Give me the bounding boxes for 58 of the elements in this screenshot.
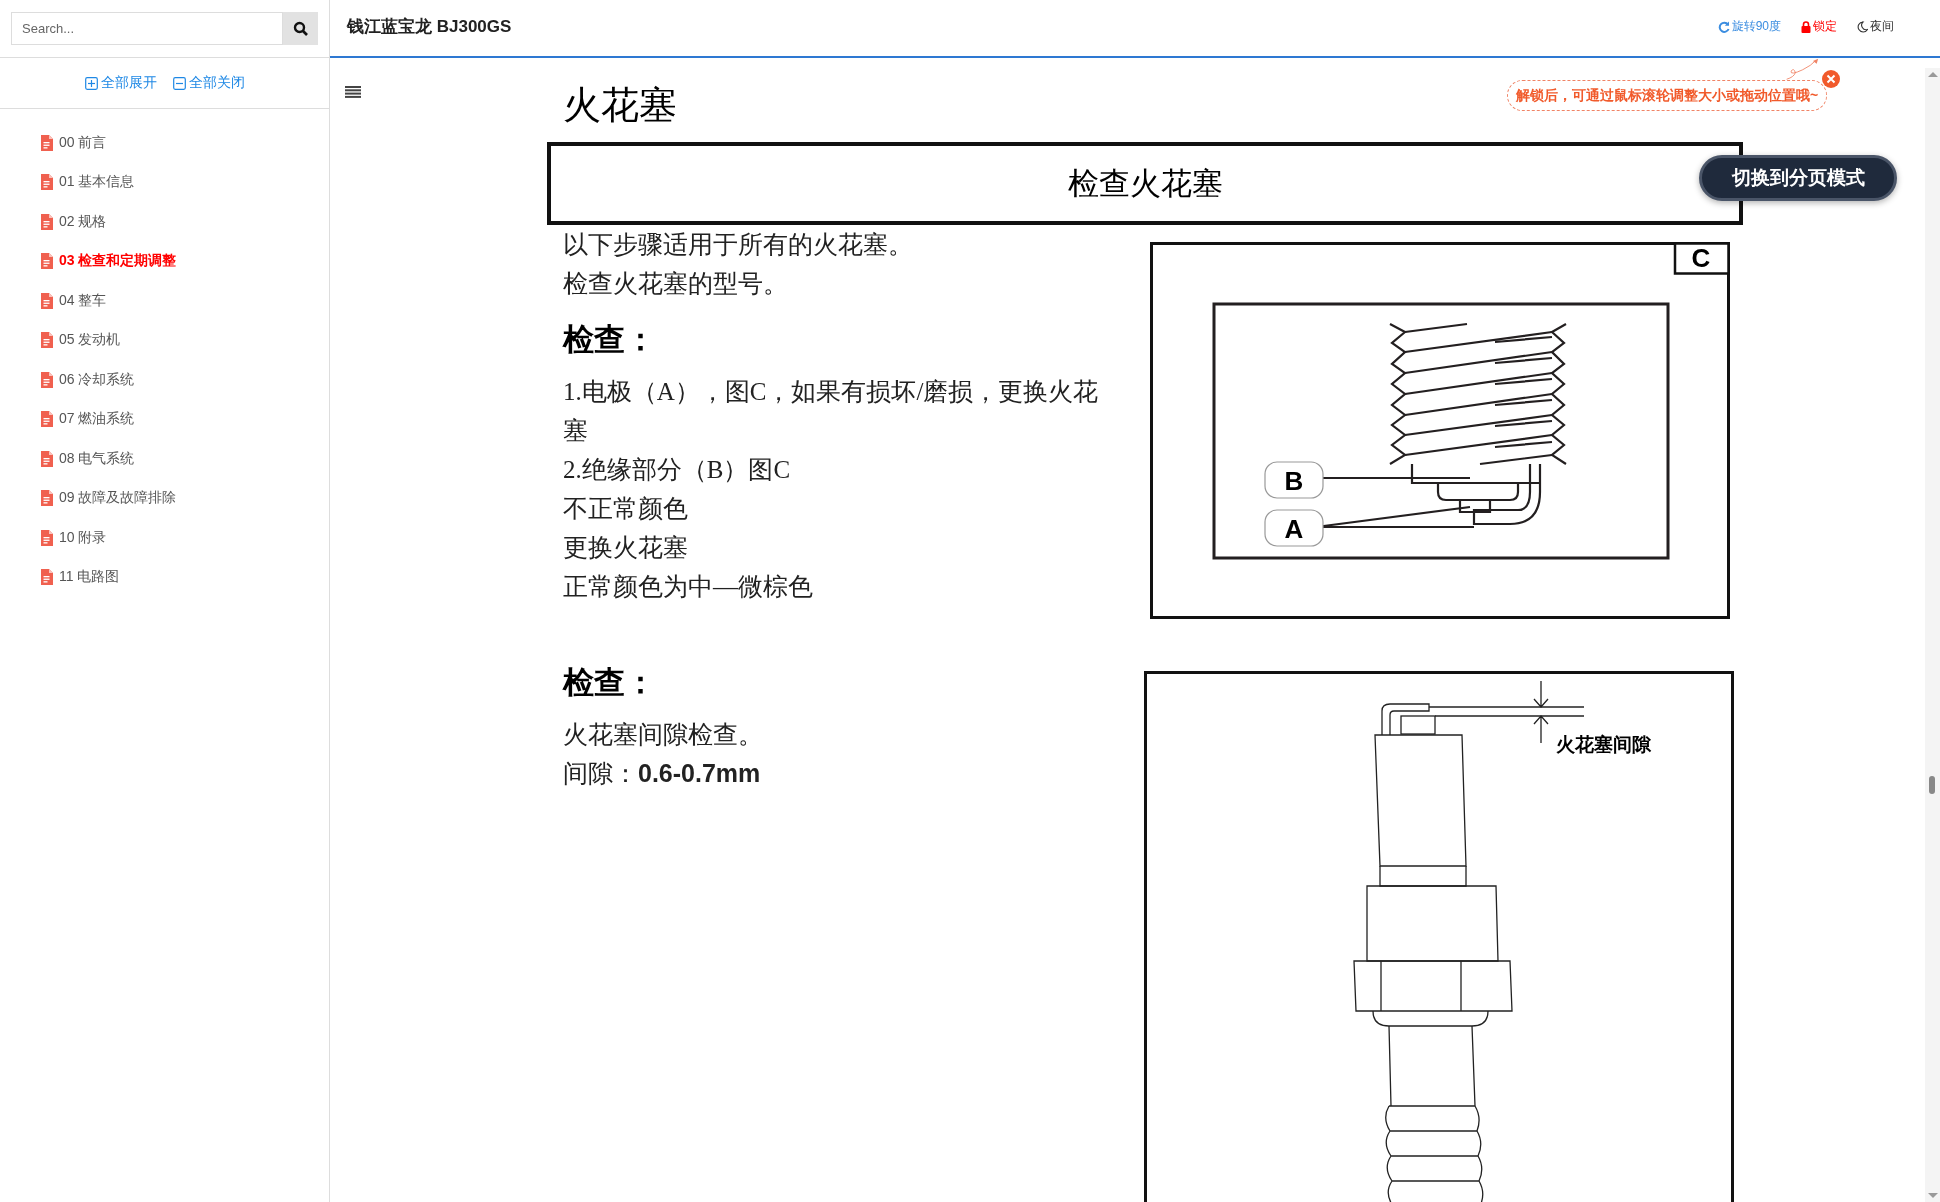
body-text: 正常颜色为中—微棕色 <box>563 572 814 602</box>
document-icon <box>40 529 53 546</box>
callout-label: B <box>1264 461 1324 499</box>
document-icon <box>40 411 53 428</box>
document-icon <box>40 134 53 151</box>
body-text: 不正常颜色 <box>563 494 689 524</box>
document-icon <box>40 213 53 230</box>
search-icon <box>292 20 309 37</box>
switch-page-mode-button[interactable]: 切换到分页模式 <box>1699 155 1897 201</box>
body-text: 2.绝缘部分（B）图C <box>563 455 792 485</box>
tree-item[interactable]: 09 故障及故障排除 <box>40 478 329 518</box>
document-icon <box>40 371 53 388</box>
search-field[interactable]: Search... <box>11 12 283 45</box>
tree-item[interactable]: 03 检查和定期调整 <box>40 241 329 281</box>
tree-item[interactable]: 04 整车 <box>40 281 329 321</box>
tree-item[interactable]: 11 电路图 <box>40 557 329 597</box>
spark-plug-gap-diagram: 火花塞间隙 <box>1144 671 1734 1202</box>
document-icon <box>40 569 53 586</box>
plus-square-icon <box>84 76 98 90</box>
callout-label: A <box>1264 509 1324 547</box>
tree-item[interactable]: 06 冷却系统 <box>40 360 329 400</box>
search-button[interactable] <box>283 12 318 45</box>
body-text: 以下步骤适用于所有的火花塞。 <box>563 230 914 260</box>
tree-item[interactable]: 02 规格 <box>40 202 329 242</box>
night-mode-button[interactable]: 夜间 <box>1857 18 1894 35</box>
rotate-button[interactable]: 旋转90度 <box>1717 18 1781 35</box>
hint-banner: 解锁后，可通过鼠标滚轮调整大小或拖动位置哦~ <box>1507 80 1828 111</box>
document-icon <box>40 253 53 270</box>
document-icon <box>40 490 53 507</box>
document-icon <box>40 450 53 467</box>
page-heading: 火花塞 <box>563 82 677 129</box>
section-heading: 检查： <box>563 663 657 702</box>
document-title: 钱江蓝宝龙 BJ300GS <box>347 16 512 38</box>
body-text: 检查火花塞的型号。 <box>563 269 789 299</box>
expand-all-link[interactable]: 全部展开 <box>84 74 157 92</box>
menu-icon[interactable] <box>345 86 361 98</box>
rotate-icon <box>1717 20 1730 33</box>
tree-item[interactable]: 05 发动机 <box>40 320 329 360</box>
body-text: 更换火花塞 <box>563 533 689 563</box>
section-heading: 检查： <box>563 320 657 359</box>
collapse-all-link[interactable]: 全部关闭 <box>172 74 245 92</box>
document-icon <box>40 332 53 349</box>
tree-item[interactable]: 01 基本信息 <box>40 162 329 202</box>
lock-icon <box>1801 20 1811 33</box>
minus-square-icon <box>172 76 186 90</box>
body-text: 1.电极（A），图C，如果有损坏/磨损，更换火花塞 <box>563 377 1100 446</box>
document-icon <box>40 292 53 309</box>
close-icon[interactable] <box>1822 70 1840 88</box>
tree-item[interactable]: 10 附录 <box>40 518 329 558</box>
body-text: 火花塞间隙检查。 <box>563 720 764 750</box>
document-icon <box>40 174 53 191</box>
tree-item[interactable]: 00 前言 <box>40 123 329 163</box>
tree-item[interactable]: 07 燃油系统 <box>40 399 329 439</box>
body-text: 间隙：0.6-0.7mm <box>563 758 762 789</box>
spark-plug-electrode-diagram: C B A <box>1150 242 1730 619</box>
lock-button[interactable]: 锁定 <box>1801 18 1837 35</box>
moon-icon <box>1857 20 1868 33</box>
tree-item[interactable]: 08 电气系统 <box>40 439 329 479</box>
